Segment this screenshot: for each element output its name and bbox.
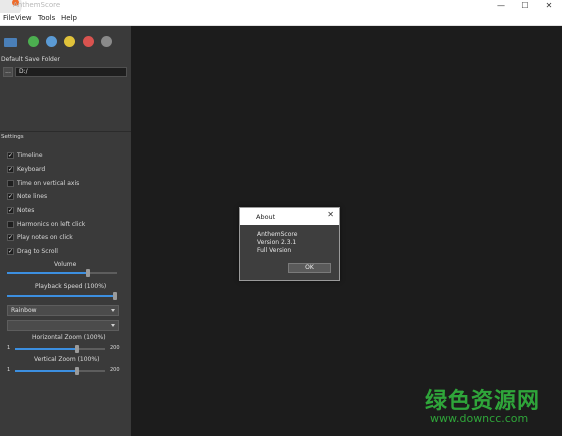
vzoom-fill	[15, 370, 77, 372]
horizontal-zoom-label: Horizontal Zoom (100%)	[32, 334, 106, 341]
divider	[0, 131, 131, 132]
vzoom-handle[interactable]	[75, 367, 79, 375]
play-icon[interactable]	[28, 36, 39, 47]
volume-slider[interactable]	[7, 269, 117, 277]
playback-handle[interactable]	[113, 292, 117, 300]
record-icon[interactable]	[83, 36, 94, 47]
vertical-zoom-slider[interactable]	[15, 367, 105, 375]
volume-label: Volume	[54, 261, 77, 268]
note-lines-checkbox[interactable]: ✓	[7, 193, 14, 200]
settings-icon[interactable]	[101, 36, 112, 47]
hzoom-min: 1	[7, 345, 11, 351]
minimize-button[interactable]: —	[494, 0, 508, 12]
drag-scroll-checkbox[interactable]: ✓	[7, 248, 14, 255]
harmonics-checkbox[interactable]	[7, 221, 14, 228]
maximize-button[interactable]: ☐	[518, 0, 532, 12]
notes-checkbox[interactable]: ✓	[7, 207, 14, 214]
settings-heading: Settings	[1, 134, 24, 140]
notes-label: Notes	[17, 207, 35, 214]
hzoom-fill	[15, 348, 77, 350]
stop-icon[interactable]	[46, 36, 57, 47]
chevron-down-icon	[111, 309, 115, 312]
vertical-zoom-label: Vertical Zoom (100%)	[34, 356, 100, 363]
ok-button[interactable]: OK	[288, 263, 331, 273]
playback-fill	[7, 295, 117, 297]
horizontal-zoom-slider[interactable]	[15, 345, 105, 353]
menu-tools[interactable]: Tools	[38, 14, 55, 22]
save-folder-row: ... D:/	[3, 67, 127, 77]
keyboard-checkbox[interactable]: ✓	[7, 166, 14, 173]
chevron-down-icon	[111, 324, 115, 327]
about-dialog: About ✕ AnthemScore Version 2.3.1 Full V…	[239, 207, 340, 281]
time-vertical-label: Time on vertical axis	[17, 180, 80, 187]
menu-help[interactable]: Help	[61, 14, 77, 22]
about-body: AnthemScore Version 2.3.1 Full Version O…	[240, 225, 339, 280]
vzoom-max: 200	[110, 367, 120, 373]
keyboard-label: Keyboard	[17, 166, 46, 173]
watermark-url: www.downcc.com	[430, 412, 529, 425]
vzoom-min: 1	[7, 367, 11, 373]
volume-fill	[7, 272, 90, 274]
timeline-checkbox[interactable]: ✓	[7, 152, 14, 159]
play-notes-label: Play notes on click	[17, 234, 73, 241]
title-bar: AnthemScore — ☐ ✕	[0, 0, 562, 20]
watermark-text: 绿色资源网	[425, 389, 541, 414]
hzoom-handle[interactable]	[75, 345, 79, 353]
browse-button[interactable]: ...	[3, 67, 13, 77]
about-title: About	[256, 213, 276, 221]
save-folder-label: Default Save Folder	[1, 56, 61, 63]
about-close-button[interactable]: ✕	[327, 210, 334, 219]
about-edition: Full Version	[257, 247, 292, 254]
playback-speed-slider[interactable]	[7, 292, 117, 300]
menu-file[interactable]: File	[3, 14, 15, 22]
color-scheme-select[interactable]: Rainbow	[7, 305, 119, 316]
menu-view[interactable]: View	[15, 14, 32, 22]
hzoom-max: 200	[110, 345, 120, 351]
color-scheme-value: Rainbow	[11, 307, 37, 314]
close-button[interactable]: ✕	[542, 0, 556, 12]
about-version: Version 2.3.1	[257, 239, 297, 246]
save-path-input[interactable]: D:/	[15, 67, 127, 77]
play-notes-checkbox[interactable]: ✓	[7, 234, 14, 241]
time-vertical-checkbox[interactable]	[7, 180, 14, 187]
menu-bar: File View Tools Help	[0, 13, 562, 26]
window-title: AnthemScore	[13, 1, 61, 9]
drag-scroll-label: Drag to Scroll	[17, 248, 58, 255]
note-lines-label: Note lines	[17, 193, 48, 200]
volume-handle[interactable]	[86, 269, 90, 277]
score-canvas[interactable]	[131, 26, 562, 436]
harmonics-label: Harmonics on left click	[17, 221, 86, 228]
pause-icon[interactable]	[64, 36, 75, 47]
secondary-select[interactable]	[7, 320, 119, 331]
timeline-label: Timeline	[17, 152, 43, 159]
open-folder-icon[interactable]	[4, 38, 17, 47]
about-app-name: AnthemScore	[257, 231, 298, 238]
playback-speed-label: Playback Speed (100%)	[35, 283, 107, 290]
left-panel	[0, 26, 132, 436]
